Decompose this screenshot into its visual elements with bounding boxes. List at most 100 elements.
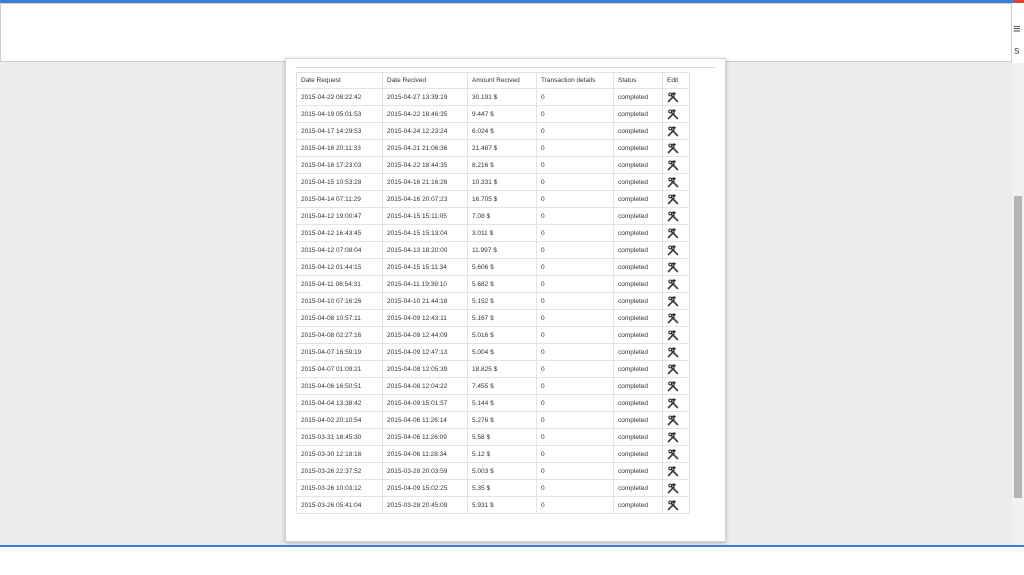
details-cell: 0: [536, 445, 614, 463]
status-cell: completed: [613, 411, 663, 429]
details-cell: 0: [536, 88, 614, 106]
status-cell: completed: [613, 207, 663, 225]
edit-cell: [662, 292, 690, 310]
amount-cell: 3.011 $: [467, 224, 537, 242]
table-row: 2015-04-02 20:10:54 2015-04-06 11:26:14 5.…: [296, 411, 690, 429]
date-request-cell: 2015-04-14 07:11:29: [296, 190, 383, 208]
tools-icon[interactable]: [667, 431, 679, 443]
date-received-cell: 2015-04-27 13:39:19: [382, 88, 468, 106]
edit-cell: [662, 275, 690, 293]
table-row: 2015-03-31 18:45:30 2015-04-06 11:26:09 5.…: [296, 428, 690, 446]
amount-cell: 5.12 $: [467, 445, 537, 463]
tools-icon[interactable]: [667, 210, 679, 222]
amount-cell: 5.276 $: [467, 411, 537, 429]
amount-cell: 5.606 $: [467, 258, 537, 276]
tools-icon[interactable]: [667, 499, 679, 511]
edit-cell: [662, 190, 690, 208]
tools-icon[interactable]: [667, 227, 679, 239]
tools-icon[interactable]: [667, 261, 679, 273]
status-cell: completed: [613, 326, 663, 344]
details-cell: 0: [536, 275, 614, 293]
amount-cell: 5.682 $: [467, 275, 537, 293]
table-row: 2015-03-30 12:18:16 2015-04-06 11:28:34 5.…: [296, 445, 690, 463]
tools-icon[interactable]: [667, 278, 679, 290]
tools-icon[interactable]: [667, 363, 679, 375]
table-row: 2015-04-12 16:43:45 2015-04-15 15:13:04 3.…: [296, 224, 690, 242]
amount-cell: 5.004 $: [467, 343, 537, 361]
table-row: 2015-03-26 22:37:52 2015-03-28 20:03:59 5.…: [296, 462, 690, 480]
tools-icon[interactable]: [667, 176, 679, 188]
tools-icon[interactable]: [667, 125, 679, 137]
panel-divider: [296, 67, 716, 68]
tools-icon[interactable]: [667, 142, 679, 154]
menu-icon[interactable]: ≡: [1013, 22, 1021, 35]
amount-cell: 5.35 $: [467, 479, 537, 497]
tools-icon[interactable]: [667, 295, 679, 307]
status-cell: completed: [613, 394, 663, 412]
date-request-cell: 2015-03-31 18:45:30: [296, 428, 383, 446]
transactions-table: Date Request Date Recived Amount Recived…: [296, 72, 690, 514]
status-cell: completed: [613, 343, 663, 361]
date-request-cell: 2015-04-08 02:27:16: [296, 326, 383, 344]
date-received-cell: 2015-04-08 12:05:39: [382, 360, 468, 378]
details-cell: 0: [536, 207, 614, 225]
edit-cell: [662, 139, 690, 157]
status-cell: completed: [613, 190, 663, 208]
col-edit: Edit: [662, 72, 690, 89]
tools-icon[interactable]: [667, 465, 679, 477]
amount-cell: 9.447 $: [467, 105, 537, 123]
tools-icon[interactable]: [667, 380, 679, 392]
date-received-cell: 2015-04-15 15:11:34: [382, 258, 468, 276]
date-request-cell: 2015-03-26 22:37:52: [296, 462, 383, 480]
tools-icon[interactable]: [667, 312, 679, 324]
details-cell: 0: [536, 122, 614, 140]
tools-icon[interactable]: [667, 91, 679, 103]
tools-icon[interactable]: [667, 159, 679, 171]
transactions-panel: Date Request Date Recived Amount Recived…: [285, 58, 726, 542]
date-request-cell: 2015-04-16 20:11:33: [296, 139, 383, 157]
tools-icon[interactable]: [667, 244, 679, 256]
table-row: 2015-04-22 08:22:42 2015-04-27 13:39:19 30…: [296, 88, 690, 106]
date-received-cell: 2015-04-15 15:11:05: [382, 207, 468, 225]
date-request-cell: 2015-04-07 01:09:21: [296, 360, 383, 378]
details-cell: 0: [536, 428, 614, 446]
table-row: 2015-04-16 20:11:33 2015-04-21 21:06:36 21…: [296, 139, 690, 157]
table-row: 2015-03-26 10:03:12 2015-04-09 15:02:25 5.…: [296, 479, 690, 497]
edit-cell: [662, 428, 690, 446]
side-letter: s: [1014, 45, 1020, 57]
col-transaction-details: Transaction details: [536, 72, 614, 89]
edit-cell: [662, 173, 690, 191]
status-cell: completed: [613, 258, 663, 276]
date-request-cell: 2015-03-30 12:18:16: [296, 445, 383, 463]
details-cell: 0: [536, 360, 614, 378]
date-request-cell: 2015-04-12 01:44:15: [296, 258, 383, 276]
tools-icon[interactable]: [667, 193, 679, 205]
date-received-cell: 2015-04-09 12:44:09: [382, 326, 468, 344]
edit-cell: [662, 462, 690, 480]
details-cell: 0: [536, 258, 614, 276]
tools-icon[interactable]: [667, 329, 679, 341]
status-cell: completed: [613, 377, 663, 395]
amount-cell: 11.997 $: [467, 241, 537, 259]
tools-icon[interactable]: [667, 346, 679, 358]
date-received-cell: 2015-04-06 11:26:09: [382, 428, 468, 446]
date-request-cell: 2015-03-26 05:41:04: [296, 496, 383, 514]
tools-icon[interactable]: [667, 397, 679, 409]
status-cell: completed: [613, 241, 663, 259]
status-cell: completed: [613, 428, 663, 446]
tools-icon[interactable]: [667, 482, 679, 494]
details-cell: 0: [536, 462, 614, 480]
edit-cell: [662, 445, 690, 463]
table-row: 2015-04-12 19:00:47 2015-04-15 15:11:05 7.…: [296, 207, 690, 225]
tools-icon[interactable]: [667, 108, 679, 120]
date-request-cell: 2015-04-08 10:57:11: [296, 309, 383, 327]
tools-icon[interactable]: [667, 448, 679, 460]
date-received-cell: 2015-04-15 15:13:04: [382, 224, 468, 242]
date-received-cell: 2015-04-11 19:39:10: [382, 275, 468, 293]
tools-icon[interactable]: [667, 414, 679, 426]
scrollbar-thumb[interactable]: [1014, 196, 1022, 498]
edit-cell: [662, 394, 690, 412]
status-cell: completed: [613, 88, 663, 106]
edit-cell: [662, 479, 690, 497]
date-received-cell: 2015-04-21 21:06:36: [382, 139, 468, 157]
